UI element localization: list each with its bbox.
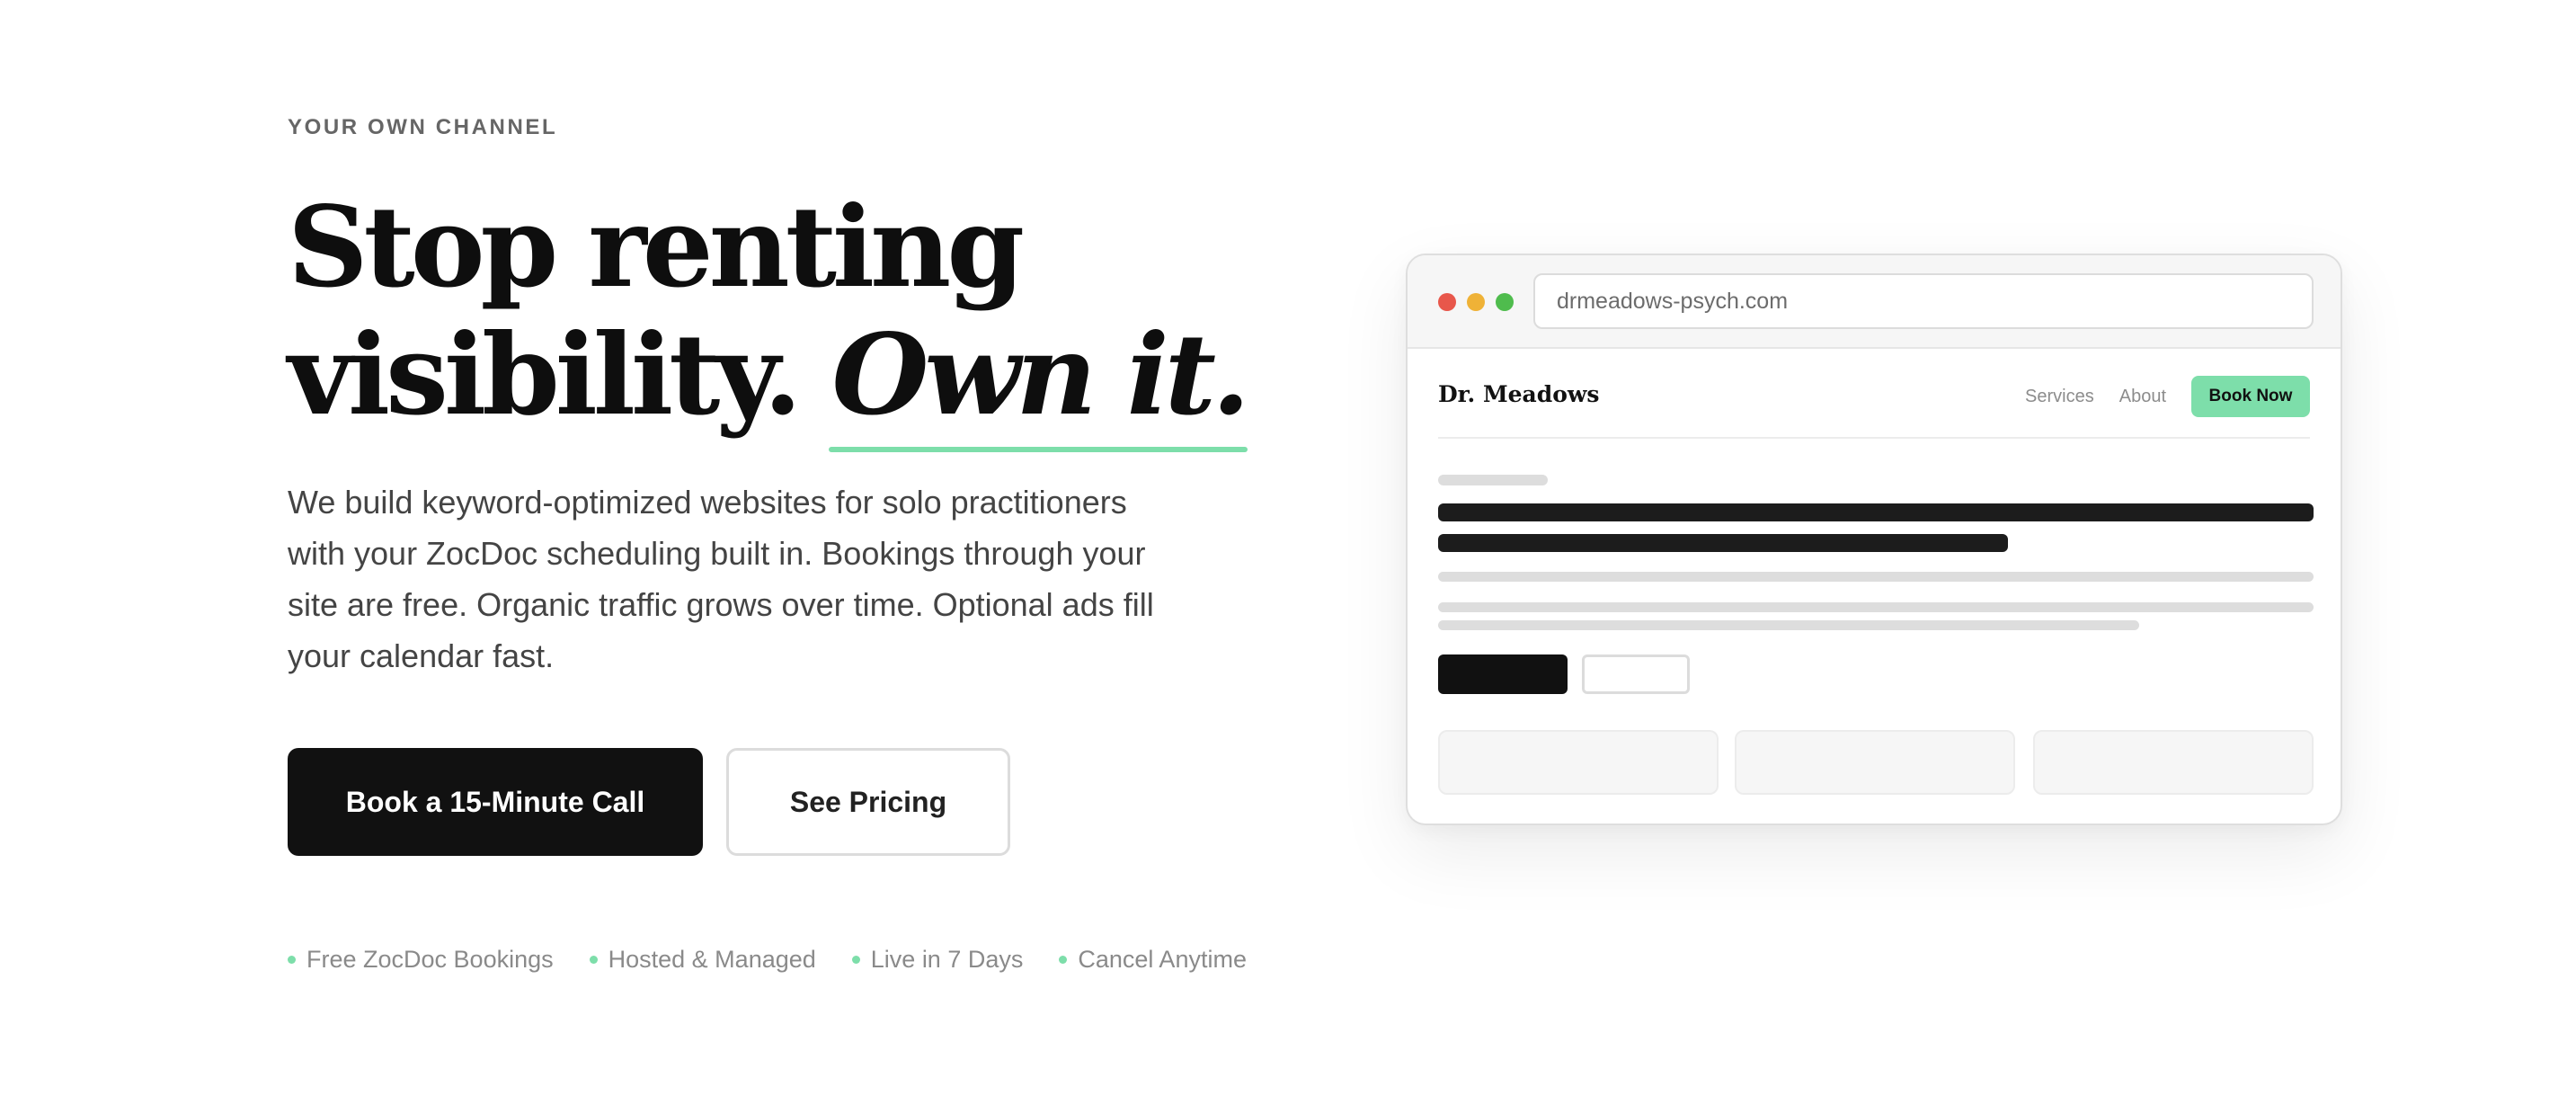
mockup-book-now-button: Book Now [2191,376,2310,417]
close-window-icon [1438,293,1456,311]
headline-accent: Own it. [828,310,1250,452]
headline-line-2: visibility. Own it. [288,310,1250,452]
feature-label: Free ZocDoc Bookings [306,946,554,973]
cta-group: Book a 15-Minute Call See Pricing [288,748,1010,856]
skeleton-primary-button [1438,654,1568,694]
skeleton-text-line [1438,602,2314,612]
minimize-window-icon [1467,293,1485,311]
feature-item: Hosted & Managed [589,946,816,974]
mockup-site-logo: Dr. Meadows [1438,381,1600,407]
mockup-nav-about: About [2119,386,2166,406]
browser-toolbar: drmeadows-psych.com [1408,255,2341,349]
hero-headline: Stop renting visibility. Own it. [288,183,1250,452]
feature-label: Cancel Anytime [1078,946,1247,973]
feature-item: Free ZocDoc Bookings [288,946,554,974]
mockup-site-nav: Dr. Meadows Services About Book Now [1438,349,2310,439]
feature-item: Cancel Anytime [1059,946,1247,974]
bullet-dot-icon [288,956,296,964]
hero-description: We build keyword-optimized websites for … [288,484,1154,674]
skeleton-text-line [1438,620,2139,630]
skeleton-heading-line [1438,534,2008,552]
bullet-dot-icon [1059,956,1068,964]
skeleton-eyebrow [1438,475,1548,485]
skeleton-heading-line [1438,503,2314,521]
browser-mockup: drmeadows-psych.com Dr. Meadows Services… [1406,254,2342,825]
address-bar: drmeadows-psych.com [1533,273,2314,329]
feature-list: Free ZocDoc Bookings Hosted & Managed Li… [288,946,1247,974]
bullet-dot-icon [851,956,860,964]
feature-label: Live in 7 Days [870,946,1024,973]
maximize-window-icon [1496,293,1514,311]
feature-item: Live in 7 Days [851,946,1024,974]
mockup-nav-links: Services About Book Now [2025,376,2310,417]
skeleton-card [2033,730,2314,795]
skeleton-secondary-button [1582,654,1690,694]
skeleton-card [1735,730,2015,795]
book-call-button[interactable]: Book a 15-Minute Call [288,748,703,856]
section-eyebrow: YOUR OWN CHANNEL [288,115,558,139]
headline-plain: visibility. [288,310,832,441]
see-pricing-button[interactable]: See Pricing [726,748,1010,856]
skeleton-text-line [1438,572,2314,582]
bullet-dot-icon [589,956,598,964]
mockup-nav-services: Services [2025,386,2094,406]
feature-label: Hosted & Managed [608,946,816,973]
headline-line-1: Stop renting [288,183,1025,313]
skeleton-card [1438,730,1719,795]
